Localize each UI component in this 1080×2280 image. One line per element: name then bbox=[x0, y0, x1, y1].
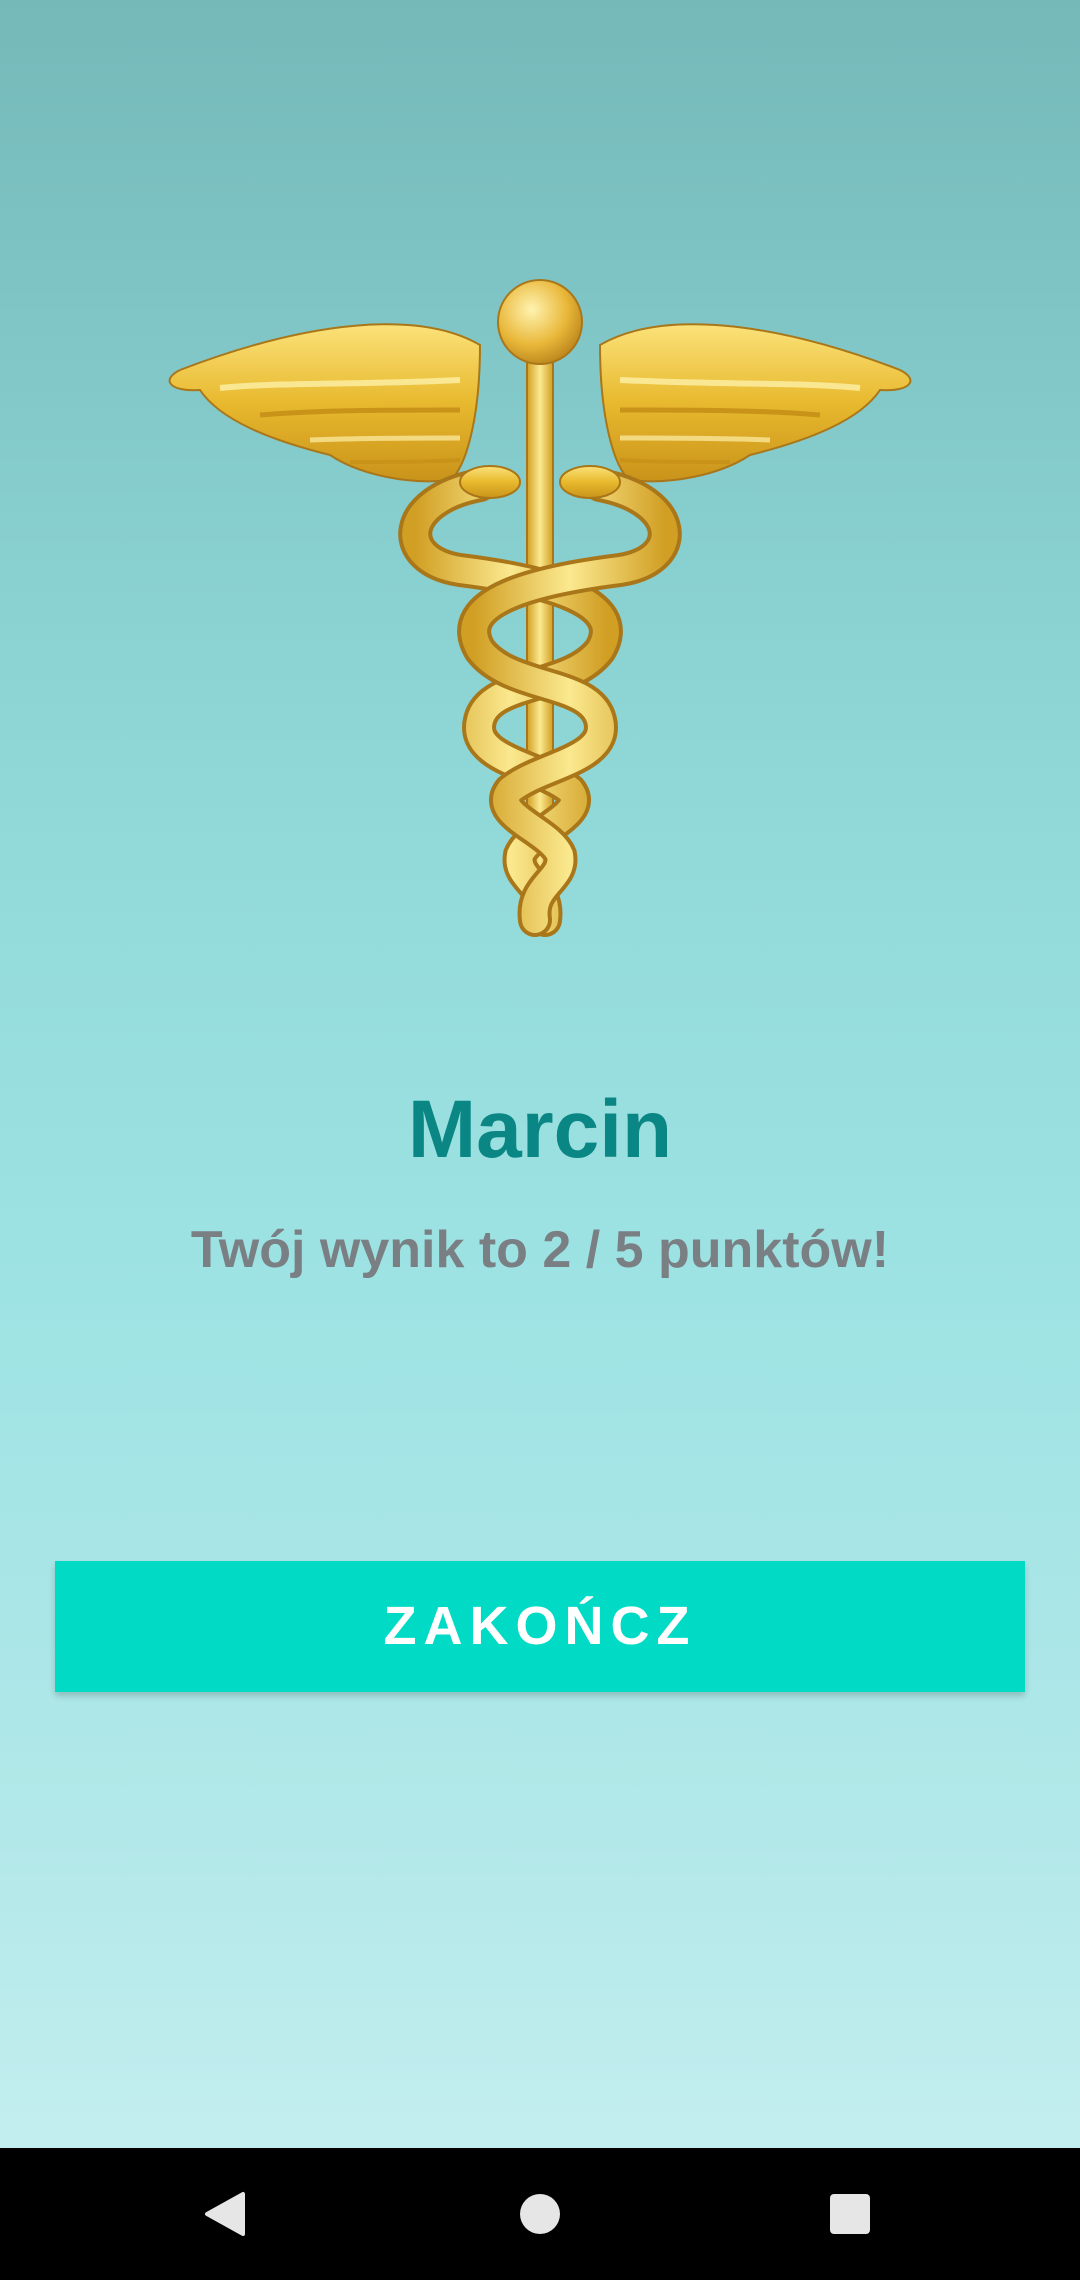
back-triangle-icon bbox=[205, 2192, 245, 2236]
staff-ball bbox=[497, 279, 583, 365]
finish-button[interactable]: ZAKOŃCZ bbox=[55, 1561, 1025, 1692]
back-button[interactable] bbox=[187, 2176, 263, 2252]
left-wing bbox=[168, 323, 482, 483]
home-button[interactable] bbox=[502, 2176, 578, 2252]
recents-square-icon bbox=[830, 2194, 870, 2234]
home-circle-icon bbox=[520, 2194, 560, 2234]
result-screen: Marcin Twój wynik to 2 / 5 punktów! ZAKO… bbox=[0, 0, 1080, 2148]
recents-button[interactable] bbox=[812, 2176, 888, 2252]
score-message: Twój wynik to 2 / 5 punktów! bbox=[190, 1221, 890, 1279]
player-name: Marcin bbox=[407, 1084, 673, 1175]
left-serpent-head bbox=[459, 465, 521, 499]
system-navigation-bar bbox=[0, 2148, 1080, 2280]
caduceus-icon bbox=[168, 279, 912, 937]
right-serpent-head bbox=[559, 465, 621, 499]
right-wing bbox=[598, 323, 912, 483]
